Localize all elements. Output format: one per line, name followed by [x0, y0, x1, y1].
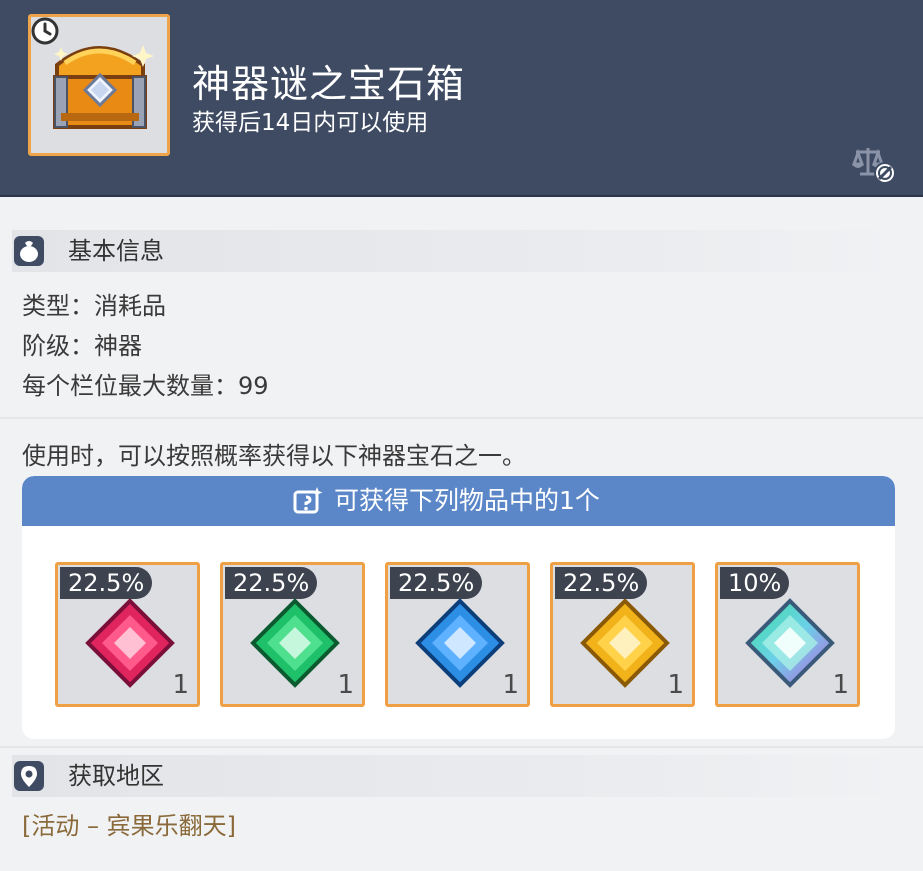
clock-icon: [31, 17, 59, 45]
reward-probability: 10%: [720, 567, 790, 599]
divider: [0, 746, 923, 748]
reward-quantity: 1: [172, 670, 189, 700]
reward-slot-blue-gem[interactable]: 22.5% 1: [385, 562, 530, 707]
reward-panel: 可获得下列物品中的1个 22.5% 1 22.5% 1 22.5% 1 22.5…: [22, 476, 895, 739]
yellow-gem-icon: [580, 598, 670, 688]
item-name: 神器谜之宝石箱: [192, 62, 466, 106]
reward-probability: 22.5%: [555, 567, 648, 599]
acquire-title: 获取地区: [68, 762, 164, 790]
reward-slot-yellow-gem[interactable]: 22.5% 1: [550, 562, 695, 707]
item-type: 类型：消耗品: [22, 292, 166, 320]
untradeable-scale-icon[interactable]: [848, 140, 898, 186]
reward-probability: 22.5%: [225, 567, 318, 599]
red-gem-icon: [85, 598, 175, 688]
reward-probability: 22.5%: [390, 567, 483, 599]
acquire-location-link[interactable]: [活动 – 宾果乐翻天]: [22, 810, 236, 842]
item-expiry-text: 获得后14日内可以使用: [192, 110, 429, 136]
reward-slot-red-gem[interactable]: 22.5% 1: [55, 562, 200, 707]
reward-quantity: 1: [667, 670, 684, 700]
reward-quantity: 1: [832, 670, 849, 700]
divider: [0, 417, 923, 419]
basic-info-header: 基本信息: [12, 230, 907, 272]
blue-gem-icon: [415, 598, 505, 688]
reward-header: 可获得下列物品中的1个: [22, 476, 895, 526]
basic-info-title: 基本信息: [68, 237, 164, 265]
item-grade: 阶级：神器: [22, 332, 142, 360]
map-pin-icon: [14, 761, 44, 791]
reward-quantity: 1: [337, 670, 354, 700]
acquire-header: 获取地区: [12, 755, 907, 797]
green-gem-icon: [250, 598, 340, 688]
reward-quantity: 1: [502, 670, 519, 700]
reward-slot-green-gem[interactable]: 22.5% 1: [220, 562, 365, 707]
rainbow-gem-icon: [745, 598, 835, 688]
reward-probability: 22.5%: [60, 567, 153, 599]
item-icon-frame[interactable]: [28, 14, 170, 156]
random-box-icon: [293, 487, 323, 514]
max-stack: 每个栏位最大数量：99: [22, 372, 269, 400]
item-description: 使用时，可以按照概率获得以下神器宝石之一。: [22, 442, 526, 470]
money-bag-icon: [14, 236, 44, 266]
item-header: 神器谜之宝石箱 获得后14日内可以使用: [0, 0, 923, 197]
reward-title: 可获得下列物品中的1个: [334, 486, 600, 515]
reward-slot-rainbow-gem[interactable]: 10% 1: [715, 562, 860, 707]
